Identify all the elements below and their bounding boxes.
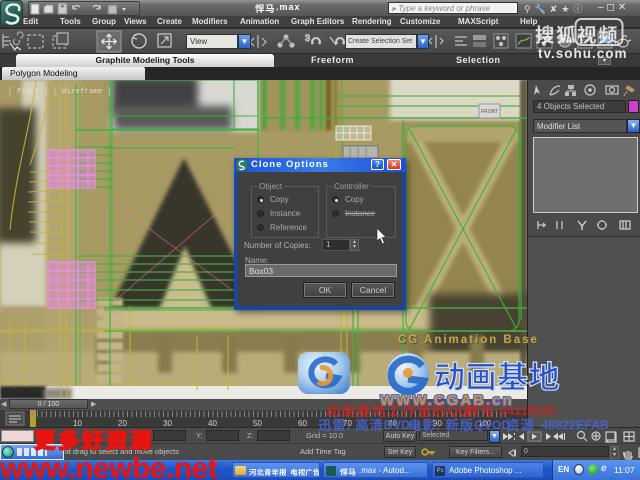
svg-text:3: 3 <box>305 33 310 43</box>
svg-text:48822EFAB: 48822EFAB <box>541 418 609 432</box>
svg-text:DVD: DVD <box>384 418 410 432</box>
svg-text:QVOD: QVOD <box>474 418 511 432</box>
svg-text:,: , <box>437 418 440 432</box>
svg-text:,: , <box>347 418 350 432</box>
svg-text:[ Front ] [ Wireframe ]: [ Front ] [ Wireframe ] <box>8 88 112 96</box>
svg-text:FRONT: FRONT <box>481 109 498 115</box>
